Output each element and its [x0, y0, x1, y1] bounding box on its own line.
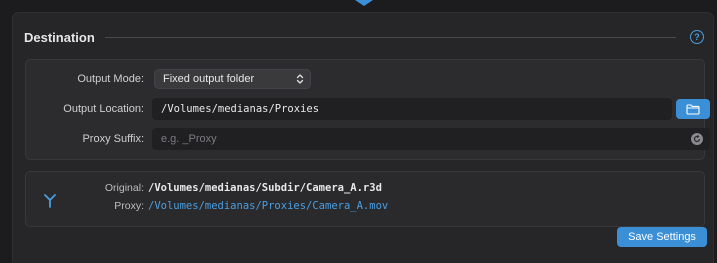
section-header: Destination ?	[24, 27, 704, 47]
output-location-field[interactable]: /Volumes/medianas/Proxies	[152, 98, 672, 120]
section-divider	[104, 36, 676, 38]
proxy-path: /Volumes/medianas/Proxies/Camera_A.mov	[148, 200, 389, 212]
folder-icon	[686, 103, 700, 115]
settings-box: Output Mode: Fixed output folder Output …	[25, 59, 710, 160]
help-glyph: ?	[694, 32, 700, 42]
original-label: Original:	[104, 182, 144, 194]
output-location-label: Output Location:	[63, 103, 144, 115]
proxy-suffix-label: Proxy Suffix:	[82, 133, 144, 145]
proxy-suffix-field[interactable]: e.g. _Proxy	[152, 128, 710, 150]
output-mode-row: Output Mode: Fixed output folder	[26, 68, 704, 90]
chevron-updown-icon	[296, 74, 304, 84]
destination-panel: Destination ? Output Mode: Fixed output …	[12, 12, 714, 263]
save-settings-button[interactable]: Save Settings	[617, 227, 707, 247]
output-mode-select[interactable]: Fixed output folder	[154, 69, 311, 89]
section-title: Destination	[24, 29, 95, 45]
branch-icon	[44, 194, 56, 208]
output-mode-value: Fixed output folder	[163, 73, 255, 85]
proxy-suffix-row: Proxy Suffix: e.g. _Proxy	[26, 128, 710, 150]
reset-icon[interactable]	[691, 133, 703, 145]
proxy-label: Proxy:	[114, 200, 144, 212]
reset-arrow-icon	[693, 135, 701, 143]
question-circle-icon[interactable]: ?	[690, 30, 704, 44]
path-preview-box: Original: /Volumes/medianas/Subdir/Camer…	[25, 171, 705, 227]
app-canvas: Destination ? Output Mode: Fixed output …	[0, 0, 717, 263]
output-location-row: Output Location: /Volumes/medianas/Proxi…	[26, 98, 710, 120]
proxy-suffix-placeholder: e.g. _Proxy	[161, 133, 217, 145]
top-tab-indicator	[355, 0, 373, 6]
output-mode-label: Output Mode:	[77, 73, 144, 85]
output-location-value: /Volumes/medianas/Proxies	[161, 103, 320, 115]
original-path: /Volumes/medianas/Subdir/Camera_A.r3d	[148, 182, 382, 194]
choose-folder-button[interactable]	[676, 99, 710, 119]
